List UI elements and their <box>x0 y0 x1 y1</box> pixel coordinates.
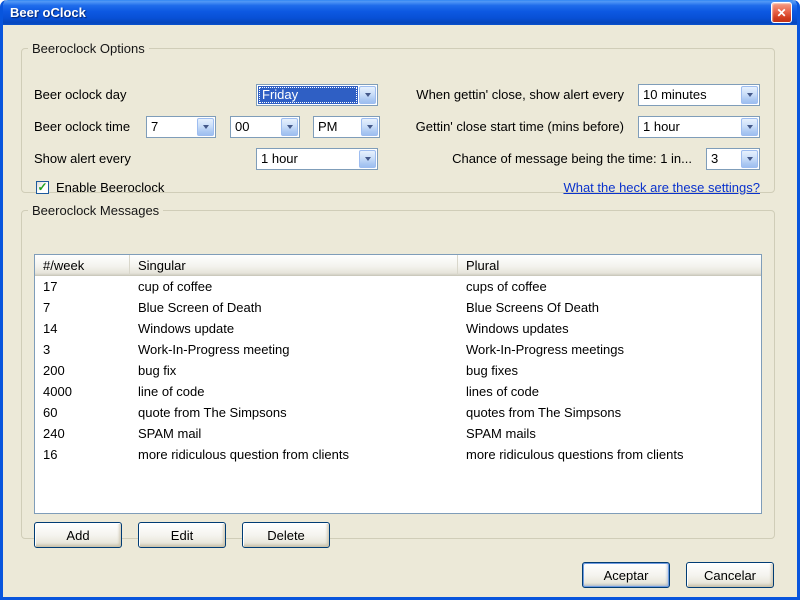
close-alert-label: When gettin' close, show alert every <box>416 87 624 102</box>
day-select[interactable]: Friday <box>256 84 378 106</box>
table-cell: lines of code <box>466 384 539 399</box>
table-row[interactable]: 60 quote from The Simpsons quotes from The… <box>35 402 761 423</box>
check-icon: ✓ <box>37 180 48 194</box>
beer-oclock-window: Beer oClock ✕ Beeroclock Options Beer oc… <box>0 0 800 600</box>
column-header-plural[interactable]: Plural <box>458 255 761 275</box>
time-ampm-value: PM <box>318 119 338 134</box>
table-row[interactable]: 240 SPAM mail SPAM mails <box>35 423 761 444</box>
settings-help-link[interactable]: What the heck are these settings? <box>563 180 760 195</box>
table-cell: Blue Screens Of Death <box>466 300 599 315</box>
alert-every-select[interactable]: 1 hour <box>256 148 378 170</box>
chevron-down-icon[interactable] <box>281 118 298 136</box>
table-row[interactable]: 3 Work-In-Progress meeting Work-In-Progres… <box>35 339 761 360</box>
day-select-value: Friday <box>258 86 358 104</box>
table-cell: line of code <box>138 384 205 399</box>
enable-beeroclock-label[interactable]: Enable Beeroclock <box>56 177 164 199</box>
chevron-down-icon[interactable] <box>741 86 758 104</box>
time-hour-select[interactable]: 7 <box>146 116 216 138</box>
time-label: Beer oclock time <box>34 119 131 134</box>
alert-every-select-value: 1 hour <box>261 151 298 166</box>
close-start-select-value: 1 hour <box>643 119 680 134</box>
table-cell: bug fix <box>138 363 177 378</box>
close-button[interactable]: ✕ <box>771 2 792 23</box>
chance-select-value: 3 <box>711 151 719 166</box>
table-cell: Windows updates <box>466 321 569 336</box>
table-cell: 4000 <box>43 384 72 399</box>
time-hour-value: 7 <box>151 119 159 134</box>
table-cell: cup of coffee <box>138 279 213 294</box>
table-cell: 200 <box>43 363 65 378</box>
chevron-down-icon[interactable] <box>359 150 376 168</box>
chance-label: Chance of message being the time: 1 in..… <box>452 151 692 166</box>
table-cell: 16 <box>43 447 58 462</box>
table-cell: Blue Screen of Death <box>138 300 262 315</box>
table-row[interactable]: 200 bug fix bug fixes <box>35 360 761 381</box>
table-cell: SPAM mails <box>466 426 536 441</box>
time-minute-select[interactable]: 00 <box>230 116 300 138</box>
chevron-down-icon[interactable] <box>359 86 376 104</box>
close-alert-select[interactable]: 10 minutes <box>638 84 760 106</box>
table-cell: more ridiculous questions from clients <box>466 447 684 462</box>
messages-list-header: #/week Singular Plural <box>35 255 761 276</box>
alert-every-label: Show alert every <box>34 151 131 166</box>
table-row[interactable]: 14 Windows update Windows updates <box>35 318 761 339</box>
enable-beeroclock-checkbox[interactable]: ✓ <box>36 181 49 194</box>
table-cell: Windows update <box>138 321 235 336</box>
table-cell: 60 <box>43 405 58 420</box>
chevron-down-icon[interactable] <box>741 150 758 168</box>
table-cell: quotes from The Simpsons <box>466 405 622 420</box>
messages-group-legend: Beeroclock Messages <box>32 203 160 218</box>
messages-list[interactable]: #/week Singular Plural 17 cup of coffee cu… <box>34 254 762 514</box>
chevron-down-icon[interactable] <box>197 118 214 136</box>
messages-list-body: 17 cup of coffee cups of coffee 7 Blue Scree… <box>35 276 761 465</box>
table-row[interactable]: 17 cup of coffee cups of coffee <box>35 276 761 297</box>
table-cell: 7 <box>43 300 51 315</box>
table-cell: Work-In-Progress meeting <box>138 342 290 357</box>
chevron-down-icon[interactable] <box>361 118 378 136</box>
cancel-button[interactable]: Cancelar <box>686 562 774 588</box>
column-header-per-week[interactable]: #/week <box>35 255 130 275</box>
close-alert-select-value: 10 minutes <box>643 87 707 102</box>
table-cell: cups of coffee <box>466 279 547 294</box>
delete-button[interactable]: Delete <box>242 522 330 548</box>
table-cell: Work-In-Progress meetings <box>466 342 624 357</box>
table-row[interactable]: 7 Blue Screen of Death Blue Screens Of Dea… <box>35 297 761 318</box>
chance-select[interactable]: 3 <box>706 148 760 170</box>
add-button[interactable]: Add <box>34 522 122 548</box>
table-cell: more ridiculous question from clients <box>138 447 349 462</box>
column-header-singular[interactable]: Singular <box>130 255 458 275</box>
close-start-label: Gettin' close start time (mins before) <box>415 119 624 134</box>
ok-button[interactable]: Aceptar <box>582 562 670 588</box>
titlebar[interactable]: Beer oClock ✕ <box>3 0 797 25</box>
table-cell: SPAM mail <box>138 426 202 441</box>
table-cell: 17 <box>43 279 58 294</box>
day-label: Beer oclock day <box>34 87 127 102</box>
options-group-legend: Beeroclock Options <box>32 41 145 56</box>
edit-button[interactable]: Edit <box>138 522 226 548</box>
table-cell: bug fixes <box>466 363 519 378</box>
close-icon: ✕ <box>776 5 787 20</box>
window-title: Beer oClock <box>10 5 86 20</box>
table-cell: 3 <box>43 342 51 357</box>
table-row[interactable]: 16 more ridiculous question from clients m… <box>35 444 761 465</box>
messages-group: Beeroclock Messages #/week Singular Plur… <box>21 203 775 548</box>
dialog-body: Beeroclock Options Beer oclock day Frida… <box>3 25 797 597</box>
options-group: Beeroclock Options Beer oclock day Frida… <box>21 41 775 195</box>
table-row[interactable]: 4000 line of code lines of code <box>35 381 761 402</box>
time-minute-value: 00 <box>235 119 250 134</box>
close-start-select[interactable]: 1 hour <box>638 116 760 138</box>
chevron-down-icon[interactable] <box>741 118 758 136</box>
table-cell: 14 <box>43 321 58 336</box>
table-cell: quote from The Simpsons <box>138 405 287 420</box>
table-cell: 240 <box>43 426 65 441</box>
time-ampm-select[interactable]: PM <box>313 116 380 138</box>
